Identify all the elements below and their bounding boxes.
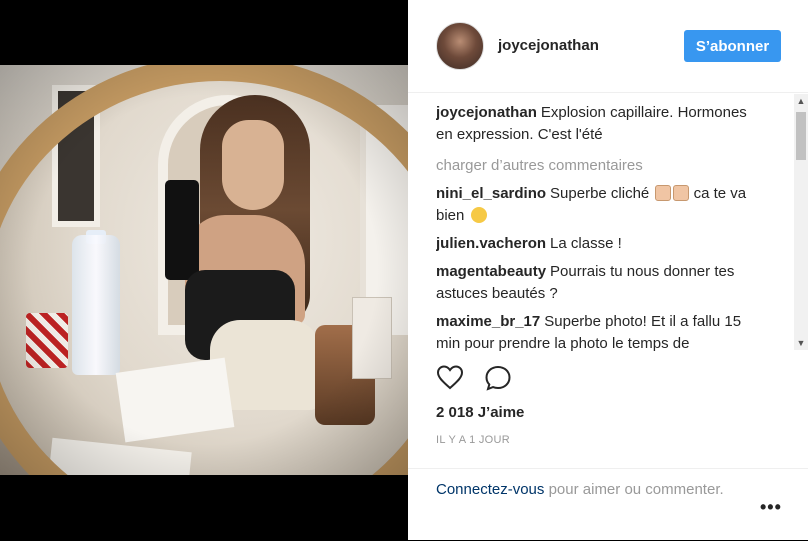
comments-scrollbar[interactable]: ▲ ▼: [794, 94, 808, 350]
comment-username[interactable]: nini_el_sardino: [436, 185, 546, 202]
username-link[interactable]: joycejonathan: [498, 37, 599, 54]
login-prompt-text: pour aimer ou commenter.: [544, 481, 724, 498]
scroll-down-arrow-icon[interactable]: ▼: [794, 336, 808, 350]
post-sidebar: joycejonathan S’abonner joycejonathan Exp…: [408, 0, 808, 540]
post-photo[interactable]: [0, 65, 408, 475]
wink-emoji-icon: [470, 207, 487, 223]
heart-icon[interactable]: [436, 364, 464, 392]
comment-username[interactable]: maxime_br_17: [436, 313, 540, 330]
comment-icon[interactable]: [484, 364, 512, 392]
list-item: nini_el_sardino Superbe cliché ca te va b…: [436, 183, 766, 227]
login-footer: Connectez-vous pour aimer ou commenter. …: [408, 468, 808, 541]
caption: joycejonathan Explosion capillaire. Hormo…: [436, 102, 766, 146]
avatar[interactable]: [436, 22, 484, 70]
list-item: maxime_br_17 Superbe photo! Et il a fallu…: [436, 311, 766, 352]
thumbs-up-icon: [655, 185, 672, 201]
list-item: magentabeauty Pourrais tu nous donner tes…: [436, 261, 766, 305]
thumbs-up-icon: [673, 185, 690, 201]
comment-username[interactable]: magentabeauty: [436, 263, 546, 280]
photo-pane: [0, 0, 408, 540]
more-options-icon[interactable]: •••: [760, 497, 782, 518]
post-actions: [436, 364, 776, 392]
post-timestamp: IL Y A 1 JOUR: [436, 434, 511, 446]
likes-count[interactable]: 2 018 J’aime: [436, 404, 524, 421]
post-header: joycejonathan S’abonner: [408, 0, 808, 93]
load-more-comments[interactable]: charger d’autres commentaires: [436, 155, 766, 177]
scrollbar-thumb[interactable]: [796, 112, 806, 160]
scroll-up-arrow-icon[interactable]: ▲: [794, 94, 808, 108]
comment-username[interactable]: julien.vacheron: [436, 235, 546, 252]
list-item: julien.vacheron La classe !: [436, 233, 766, 255]
comments-list: joycejonathan Explosion capillaire. Hormo…: [436, 102, 766, 352]
comment-text: Superbe cliché: [550, 185, 650, 202]
caption-username[interactable]: joycejonathan: [436, 104, 537, 121]
mirror-frame: [0, 65, 408, 475]
follow-button[interactable]: S’abonner: [684, 30, 781, 62]
comment-text: La classe !: [550, 235, 622, 252]
login-link[interactable]: Connectez-vous: [436, 481, 544, 498]
login-prompt: Connectez-vous pour aimer ou commenter.: [436, 479, 736, 501]
